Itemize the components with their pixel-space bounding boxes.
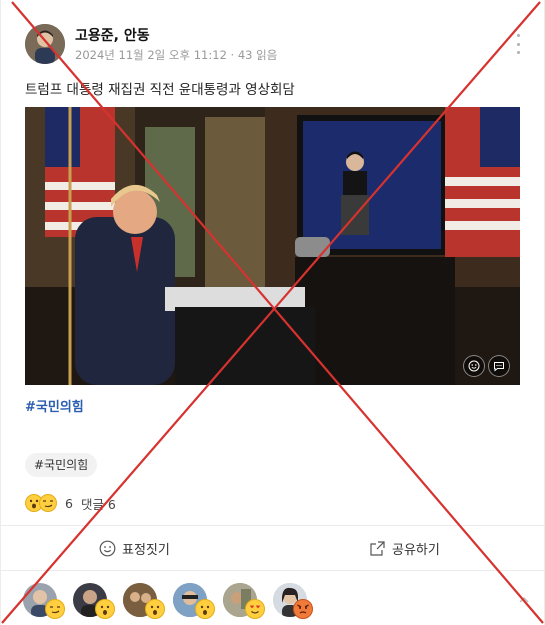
post-photo: [25, 107, 520, 385]
post-image[interactable]: [25, 107, 520, 385]
post-header: 고용준, 안동 2024년 11월 2일 오후 11:12 · 43 읽음: [25, 22, 525, 66]
reaction-count[interactable]: 6: [65, 496, 73, 511]
smirk-emoji-icon: [39, 494, 57, 512]
post-meta: 2024년 11월 2일 오후 11:12 · 43 읽음: [75, 48, 278, 62]
share-icon: [370, 540, 385, 556]
post-stats: 6 댓글 6: [25, 492, 116, 514]
tag-chip[interactable]: #국민의힘: [25, 453, 98, 477]
surprised-emoji-icon: [145, 599, 165, 619]
reactor-list: [23, 583, 543, 623]
share-button[interactable]: 공유하기: [369, 526, 440, 570]
smile-icon: [99, 540, 116, 556]
post-actions: 표정짓기 공유하기: [1, 526, 545, 570]
react-button[interactable]: 표정짓기: [99, 526, 170, 570]
surprised-emoji-icon: [95, 599, 115, 619]
heart-eyes-emoji-icon: [245, 599, 265, 619]
divider: [1, 570, 545, 571]
more-options-icon[interactable]: [515, 34, 521, 54]
comment-overlay-icon[interactable]: [488, 355, 510, 377]
hashtag-link[interactable]: #국민의힘: [25, 396, 84, 415]
reaction-overlay-icon[interactable]: [463, 355, 485, 377]
comment-count[interactable]: 댓글 6: [81, 494, 116, 513]
smirk-emoji-icon: [45, 599, 65, 619]
post-card: 고용준, 안동 2024년 11월 2일 오후 11:12 · 43 읽음 트럼…: [0, 0, 545, 625]
post-text: 트럼프 대통령 재집권 직전 윤대통령과 영상회담: [25, 82, 295, 98]
react-button-label: 표정짓기: [122, 542, 170, 558]
surprised-emoji-icon: [195, 599, 215, 619]
share-button-label: 공유하기: [392, 542, 440, 558]
author-avatar[interactable]: [25, 24, 65, 64]
chevron-up-icon[interactable]: [518, 594, 530, 606]
angry-emoji-icon: [293, 599, 313, 619]
author-name[interactable]: 고용준, 안동: [75, 25, 150, 45]
